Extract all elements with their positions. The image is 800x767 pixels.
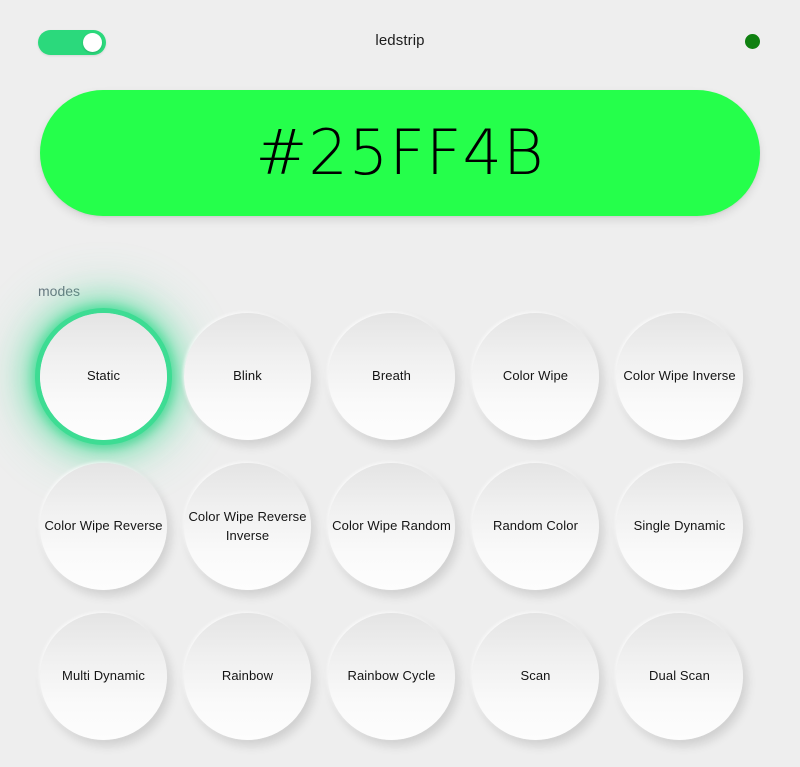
app-header: ledstrip <box>0 0 800 84</box>
mode-button-single-dynamic[interactable]: Single Dynamic <box>616 463 743 590</box>
mode-button-label: Dual Scan <box>649 668 710 684</box>
mode-button-color-wipe-inverse[interactable]: Color Wipe Inverse <box>616 313 743 440</box>
modes-section-label: modes <box>38 283 81 299</box>
mode-button-label: Random Color <box>492 518 578 534</box>
mode-button-label: Scan <box>520 668 551 684</box>
mode-button-color-wipe-random[interactable]: Color Wipe Random <box>328 463 455 590</box>
mode-button-random-color[interactable]: Random Color <box>472 463 599 590</box>
modes-row: Static Blink Breath Color Wipe Color Wipe In… <box>0 313 800 463</box>
mode-button-multi-dynamic[interactable]: Multi Dynamic <box>40 613 167 740</box>
mode-button-label: Color Wipe <box>502 368 569 384</box>
status-indicator-dot <box>745 34 760 49</box>
mode-button-label: Rainbow Cycle <box>347 668 436 684</box>
color-hex-value: #25FF4B <box>255 116 545 189</box>
mode-button-static[interactable]: Static <box>40 313 167 440</box>
mode-button-dual-scan[interactable]: Dual Scan <box>616 613 743 740</box>
modes-grid: Static Blink Breath Color Wipe Color Wipe In… <box>0 313 800 763</box>
mode-button-label: Single Dynamic <box>633 518 726 534</box>
modes-row: Color Wipe Reverse Color Wipe Reverse Inv… <box>0 463 800 613</box>
mode-button-label: Blink <box>233 368 262 384</box>
mode-button-label: Breath <box>372 368 411 384</box>
mode-button-color-wipe-reverse[interactable]: Color Wipe Reverse <box>40 463 167 590</box>
mode-button-label: Multi Dynamic <box>62 668 145 684</box>
color-preview-bar[interactable]: #25FF4B <box>40 90 760 216</box>
mode-button-rainbow-cycle[interactable]: Rainbow Cycle <box>328 613 455 740</box>
mode-button-label: Static <box>86 368 121 384</box>
mode-button-label: Color Wipe Inverse <box>623 368 736 384</box>
mode-button-label: Color Wipe Reverse <box>44 518 163 534</box>
page-title: ledstrip <box>375 32 425 49</box>
mode-button-label: Color Wipe Reverse Inverse <box>188 508 307 543</box>
mode-button-color-wipe[interactable]: Color Wipe <box>472 313 599 440</box>
mode-button-breath[interactable]: Breath <box>328 313 455 440</box>
mode-button-rainbow[interactable]: Rainbow <box>184 613 311 740</box>
mode-button-blink[interactable]: Blink <box>184 313 311 440</box>
mode-button-label: Rainbow <box>221 668 274 684</box>
mode-button-color-wipe-reverse-inverse[interactable]: Color Wipe Reverse Inverse <box>184 463 311 590</box>
mode-button-label: Color Wipe Random <box>332 518 451 534</box>
modes-row: Multi Dynamic Rainbow Rainbow Cycle Scan Dua… <box>0 613 800 763</box>
mode-button-scan[interactable]: Scan <box>472 613 599 740</box>
